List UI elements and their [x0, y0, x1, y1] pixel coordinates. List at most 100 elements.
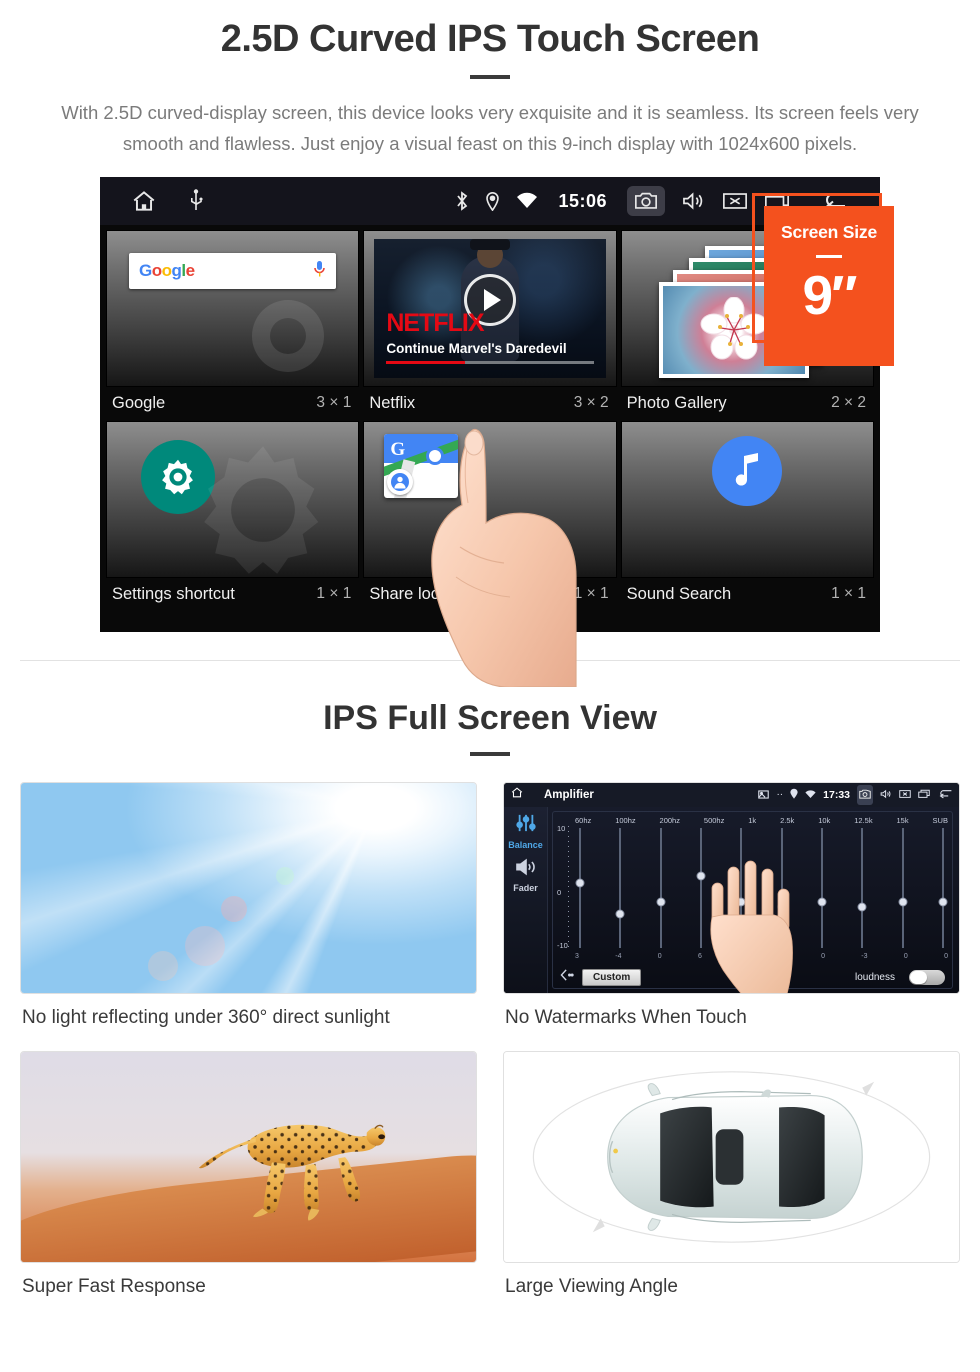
car-diagram	[532, 1071, 931, 1243]
character-hat	[469, 239, 510, 250]
open-hand-illustration	[710, 860, 794, 993]
eq-value: 0	[821, 953, 825, 960]
page-indicator[interactable]	[453, 623, 527, 626]
band-label: 100hz	[615, 816, 636, 825]
page-dot-active[interactable]	[507, 623, 527, 626]
widget-cell-netflix[interactable]: NETFLIX Continue Marvel's Daredevil Netf…	[363, 230, 617, 419]
ips-full-screen-section: IPS Full Screen View No light reflecting…	[0, 661, 980, 1316]
netflix-widget[interactable]: NETFLIX Continue Marvel's Daredevil	[363, 230, 617, 387]
sliders-icon[interactable]	[515, 813, 537, 838]
eq-slider[interactable]	[575, 828, 585, 948]
eq-slider[interactable]	[656, 828, 666, 948]
recents-icon[interactable]	[918, 786, 930, 804]
feature-caption: No light reflecting under 360° direct su…	[22, 1007, 390, 1028]
widget-cell-sound-search[interactable]: Sound Search 1 × 1	[620, 421, 874, 610]
eq-slider[interactable]	[898, 828, 908, 948]
home-icon[interactable]	[510, 786, 524, 804]
feature-caption: No Watermarks When Touch	[505, 1007, 747, 1028]
page-dot[interactable]	[480, 623, 500, 626]
sound-search-widget[interactable]	[620, 421, 874, 578]
close-box-icon[interactable]	[722, 191, 748, 211]
google-search-widget[interactable]: Google	[106, 230, 360, 387]
eq-slider[interactable]	[817, 828, 827, 948]
eq-value: -3	[861, 953, 868, 960]
widget-name: Settings shortcut	[112, 584, 235, 603]
feature-card-viewing-angle: Large Viewing Angle	[503, 1051, 960, 1316]
widget-name: Photo Gallery	[626, 393, 727, 412]
intro-paragraph: With 2.5D curved-display screen, this de…	[61, 102, 919, 154]
netflix-logo: NETFLIX	[386, 309, 484, 337]
status-time: 15:06	[558, 190, 607, 211]
badge-divider	[816, 255, 842, 258]
band-label: 10k	[818, 816, 831, 825]
settings-shortcut-widget[interactable]	[106, 421, 360, 578]
volume-icon[interactable]	[880, 786, 892, 804]
fader-label[interactable]: Fader	[513, 883, 538, 893]
band-label: 200hz	[659, 816, 680, 825]
widget-size: 1 × 1	[316, 585, 352, 602]
share-location-icon[interactable]: G	[384, 434, 459, 498]
widget-size: 1 × 1	[831, 585, 866, 602]
band-label: 60hz	[575, 816, 592, 825]
band-label: 2.5k	[780, 816, 795, 825]
band-label: 500hz	[703, 816, 725, 825]
page-dot[interactable]	[453, 623, 473, 626]
eq-slider[interactable]	[857, 828, 867, 948]
music-note-icon[interactable]	[712, 436, 783, 506]
camera-icon[interactable]	[627, 186, 665, 216]
eq-slider[interactable]	[615, 828, 625, 948]
back-chevron-icon[interactable]	[560, 968, 574, 986]
eq-slider[interactable]	[938, 828, 948, 948]
netflix-subtitle: Continue Marvel's Daredevil	[386, 341, 567, 356]
lens-flare	[184, 925, 225, 966]
screen-size-label: Screen Size	[780, 222, 878, 242]
title-underline	[470, 75, 510, 79]
home-icon[interactable]	[130, 188, 158, 214]
section2-underline	[470, 752, 510, 756]
speaker-icon[interactable]	[515, 858, 537, 881]
widget-name: Share location	[369, 584, 475, 603]
widget-size: 3 × 1	[316, 394, 352, 411]
band-label: 15k	[896, 816, 909, 825]
page-title: 2.5D Curved IPS Touch Screen	[220, 18, 760, 60]
android-home-screenshot: 15:06 Google Google 3 × 1 NETFLIX Contin…	[100, 177, 894, 687]
gallery-icon[interactable]	[758, 786, 770, 804]
widget-size: 1 × 1	[573, 585, 609, 602]
scale-top: 10	[557, 824, 566, 833]
widget-cell-google[interactable]: Google Google 3 × 1	[106, 230, 360, 419]
location-pin-icon	[485, 191, 500, 211]
widget-caption: Sound Search 1 × 1	[621, 578, 874, 610]
widget-cell-settings[interactable]: Settings shortcut 1 × 1	[106, 421, 360, 610]
amplifier-equalizer-screenshot: Amplifier ·· 17:33 Balance Fader 60hz 10…	[503, 782, 960, 994]
preset-button[interactable]: Custom	[582, 968, 642, 986]
gain-scale: 10 0 -10	[557, 824, 573, 950]
widget-name: Sound Search	[626, 584, 732, 603]
feature-caption: Large Viewing Angle	[505, 1276, 678, 1297]
sunlight-sky-photo	[20, 782, 477, 994]
close-box-icon[interactable]	[899, 786, 911, 804]
camera-icon[interactable]	[857, 785, 873, 805]
back-arrow-icon[interactable]	[937, 786, 953, 804]
amplifier-title: Amplifier	[544, 789, 594, 801]
person-icon	[391, 473, 410, 491]
eq-value: 0	[903, 953, 908, 960]
volume-icon[interactable]	[681, 191, 706, 211]
feature-caption: Super Fast Response	[22, 1276, 206, 1297]
loudness-label: loudness	[854, 971, 895, 983]
balance-label[interactable]: Balance	[508, 840, 543, 850]
widget-cell-share-location[interactable]: G Share location 1 × 1	[363, 421, 617, 610]
loudness-toggle[interactable]	[909, 969, 945, 985]
share-location-widget[interactable]: G	[363, 421, 617, 578]
lens-flare	[275, 867, 294, 885]
scale-bottom: -10	[557, 941, 568, 950]
usb-icon	[188, 189, 204, 213]
background-gear-icon	[252, 300, 325, 372]
netflix-preview: NETFLIX Continue Marvel's Daredevil	[374, 239, 606, 378]
screen-size-value: 9″	[802, 264, 858, 326]
eq-value: -4	[615, 953, 622, 960]
widget-caption: Photo Gallery 2 × 2	[621, 387, 874, 419]
google-logo: Google	[139, 261, 195, 280]
amplifier-sidebar: Balance Fader	[504, 807, 548, 993]
more-icon[interactable]: ··	[776, 790, 783, 800]
feature-card-sunlight: No light reflecting under 360° direct su…	[20, 782, 477, 1047]
